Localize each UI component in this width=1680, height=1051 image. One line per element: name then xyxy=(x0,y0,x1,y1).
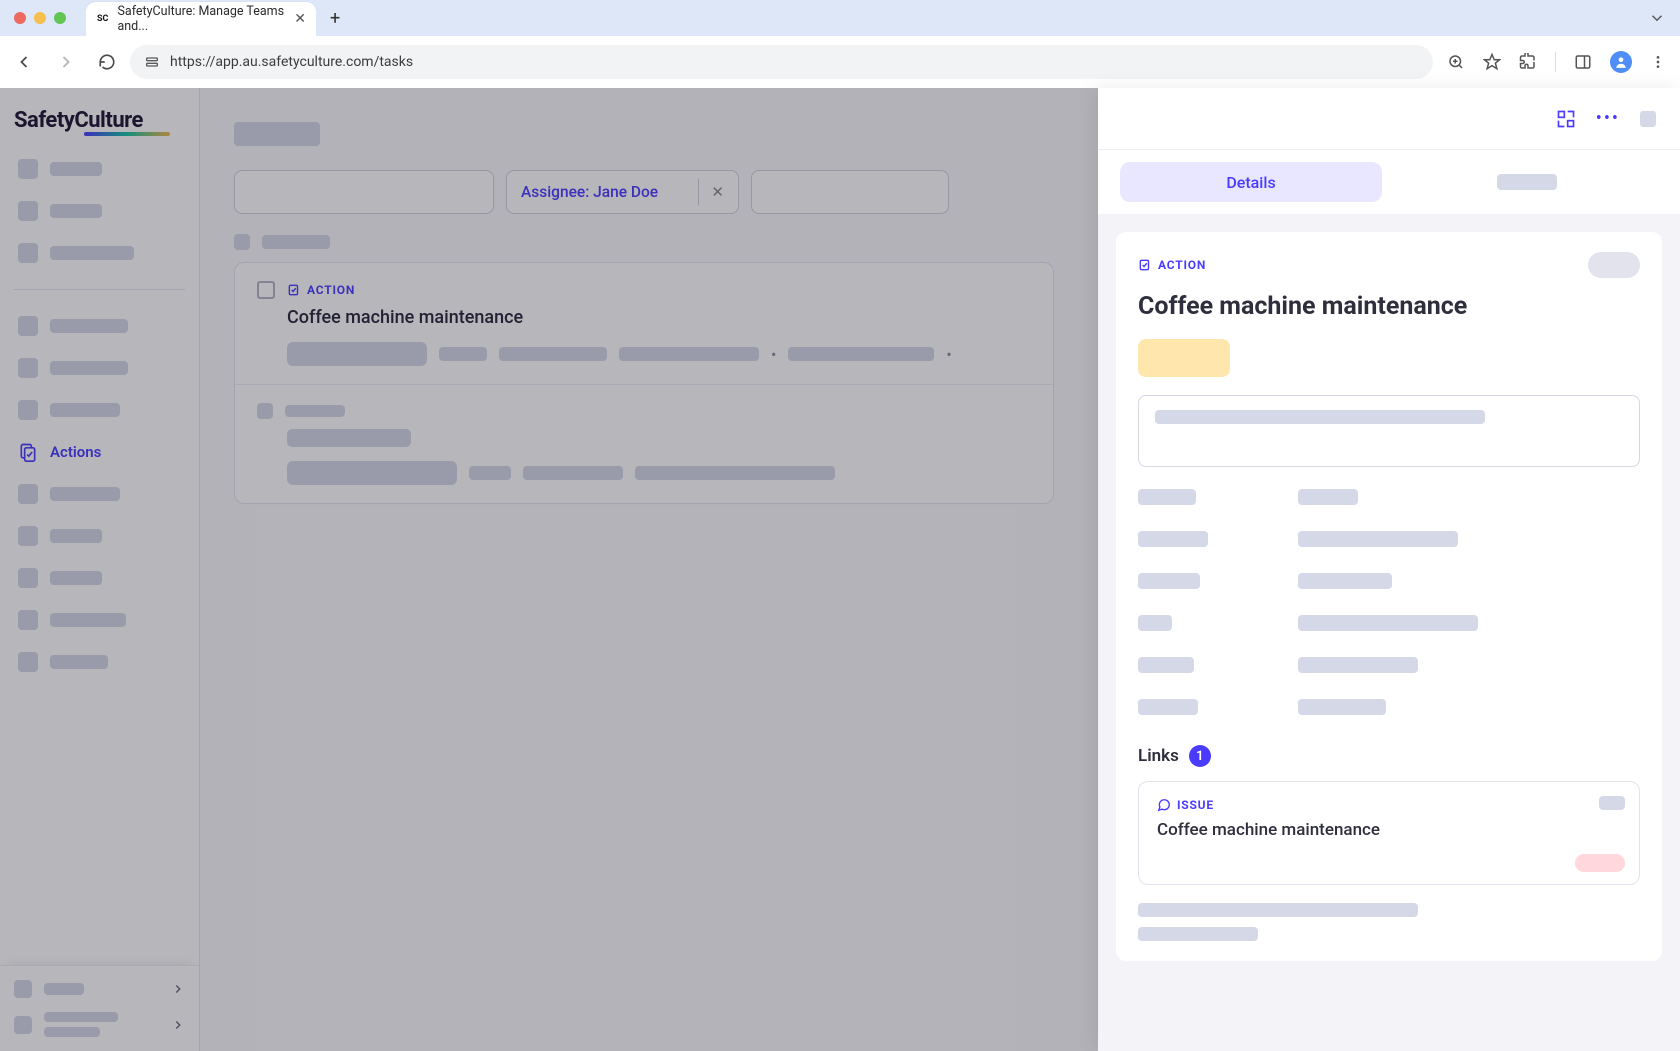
details-panel: ••• Details ACTION Coffee machine xyxy=(1098,88,1680,1051)
linked-issue-title: Coffee machine maintenance xyxy=(1157,820,1621,840)
tab-details[interactable]: Details xyxy=(1120,162,1382,202)
detail-card: ACTION Coffee machine maintenance xyxy=(1116,232,1662,961)
action-row[interactable] xyxy=(235,385,1053,503)
url-text: https://app.au.safetyculture.com/tasks xyxy=(170,54,413,70)
link-chip-placeholder xyxy=(1575,854,1625,872)
tab-overflow-icon[interactable] xyxy=(1648,9,1666,27)
forward-button[interactable] xyxy=(56,52,84,72)
sidebar-item[interactable] xyxy=(14,478,185,510)
new-tab-button[interactable]: + xyxy=(330,8,340,29)
status-chip[interactable] xyxy=(1138,339,1230,377)
tab-label: Details xyxy=(1226,173,1275,192)
browser-tab-active[interactable]: SC SafetyCulture: Manage Teams and... ✕ xyxy=(86,2,316,36)
action-icon xyxy=(287,283,301,297)
browser-tab-strip: SC SafetyCulture: Manage Teams and... ✕ … xyxy=(0,0,1680,36)
panel-toolbar: ••• xyxy=(1098,88,1680,150)
back-button[interactable] xyxy=(14,52,42,72)
panel-body: ACTION Coffee machine maintenance xyxy=(1098,214,1680,1051)
sidebar-item[interactable] xyxy=(14,646,185,678)
expand-icon[interactable] xyxy=(1556,109,1576,129)
window-fullscreen[interactable] xyxy=(54,12,66,24)
detail-type-label: ACTION xyxy=(1158,258,1206,272)
assignee-chip-label: Assignee: Jane Doe xyxy=(521,183,686,201)
action-type-label: ACTION xyxy=(307,283,355,297)
traffic-lights xyxy=(14,12,66,24)
action-row-meta xyxy=(287,461,1031,485)
sidebar-item[interactable] xyxy=(14,520,185,552)
favicon-icon: SC xyxy=(96,11,109,27)
sidebar-item-label: Actions xyxy=(50,443,101,461)
sidebar-footer-item[interactable] xyxy=(14,980,185,998)
description-input[interactable] xyxy=(1138,395,1640,467)
more-menu-icon[interactable]: ••• xyxy=(1596,108,1620,129)
detail-title: Coffee machine maintenance xyxy=(1138,292,1640,321)
linked-issue-card[interactable]: ISSUE Coffee machine maintenance xyxy=(1138,781,1640,885)
extensions-icon[interactable] xyxy=(1519,53,1537,71)
app-root: SafetyCulture Actions xyxy=(0,88,1680,1051)
zoom-icon[interactable] xyxy=(1447,53,1465,71)
action-row-meta: • • xyxy=(287,342,1031,366)
browser-toolbar: https://app.au.safetyculture.com/tasks xyxy=(0,36,1680,88)
assignee-filter-chip[interactable]: Assignee: Jane Doe ✕ xyxy=(506,170,739,214)
tab-placeholder[interactable] xyxy=(1396,162,1658,202)
sidebar-item[interactable] xyxy=(14,604,185,636)
action-list: ACTION Coffee machine maintenance • • xyxy=(234,262,1054,504)
page-title-placeholder xyxy=(234,122,320,146)
sidebar-item[interactable] xyxy=(14,310,185,342)
action-type-pill: ACTION xyxy=(287,283,355,297)
reload-button[interactable] xyxy=(98,53,116,71)
tab-title: SafetyCulture: Manage Teams and... xyxy=(117,4,286,34)
sidebar-item[interactable] xyxy=(14,352,185,384)
action-row[interactable]: ACTION Coffee machine maintenance • • xyxy=(235,263,1053,385)
sidebar-item-actions[interactable]: Actions xyxy=(14,436,185,468)
sidebar-bottom xyxy=(0,965,199,1051)
close-panel-button[interactable] xyxy=(1640,111,1656,127)
panel-tabs: Details xyxy=(1098,150,1680,214)
detail-type-pill: ACTION xyxy=(1138,258,1206,272)
links-count-badge: 1 xyxy=(1189,745,1211,767)
window-minimize[interactable] xyxy=(34,12,46,24)
issue-icon xyxy=(1157,798,1171,812)
links-title: Links xyxy=(1138,746,1179,766)
links-header: Links 1 xyxy=(1138,745,1640,767)
close-tab-icon[interactable]: ✕ xyxy=(294,11,306,27)
bookmark-icon[interactable] xyxy=(1483,53,1501,71)
sidebar-item[interactable] xyxy=(14,153,185,185)
sidebar-item[interactable] xyxy=(14,195,185,227)
brand-text: SafetyCulture xyxy=(14,108,143,133)
chevron-right-icon xyxy=(171,1018,185,1032)
sidebar-item[interactable] xyxy=(14,562,185,594)
issue-type-label: ISSUE xyxy=(1177,798,1214,812)
chip-clear-icon[interactable]: ✕ xyxy=(711,183,724,201)
window-close[interactable] xyxy=(14,12,26,24)
filter-input[interactable] xyxy=(751,170,949,214)
detail-extra xyxy=(1138,903,1640,941)
status-toggle[interactable] xyxy=(1588,252,1640,278)
issue-type-pill: ISSUE xyxy=(1157,798,1621,812)
profile-avatar-icon[interactable] xyxy=(1610,51,1632,73)
chevron-right-icon xyxy=(171,982,185,996)
toolbar-right xyxy=(1447,51,1666,73)
sidebar-item[interactable] xyxy=(14,394,185,426)
action-icon xyxy=(1138,258,1152,272)
action-row-title: Coffee machine maintenance xyxy=(287,307,1031,328)
brand-underline xyxy=(84,132,170,136)
sidebar-separator xyxy=(14,289,185,290)
link-status-placeholder xyxy=(1599,796,1625,810)
address-bar[interactable]: https://app.au.safetyculture.com/tasks xyxy=(130,45,1433,79)
detail-properties xyxy=(1138,489,1640,715)
sidebar: SafetyCulture Actions xyxy=(0,88,200,1051)
row-checkbox[interactable] xyxy=(257,281,275,299)
sidebar-item[interactable] xyxy=(14,237,185,269)
sidebar-footer-item[interactable] xyxy=(14,1012,185,1037)
sidepanel-icon[interactable] xyxy=(1574,53,1592,71)
actions-icon xyxy=(18,442,38,462)
filter-input[interactable] xyxy=(234,170,494,214)
site-settings-icon[interactable] xyxy=(144,54,160,70)
toolbar-separator xyxy=(1555,52,1556,72)
brand-logo[interactable]: SafetyCulture xyxy=(14,108,185,133)
kebab-menu-icon[interactable] xyxy=(1650,54,1666,70)
